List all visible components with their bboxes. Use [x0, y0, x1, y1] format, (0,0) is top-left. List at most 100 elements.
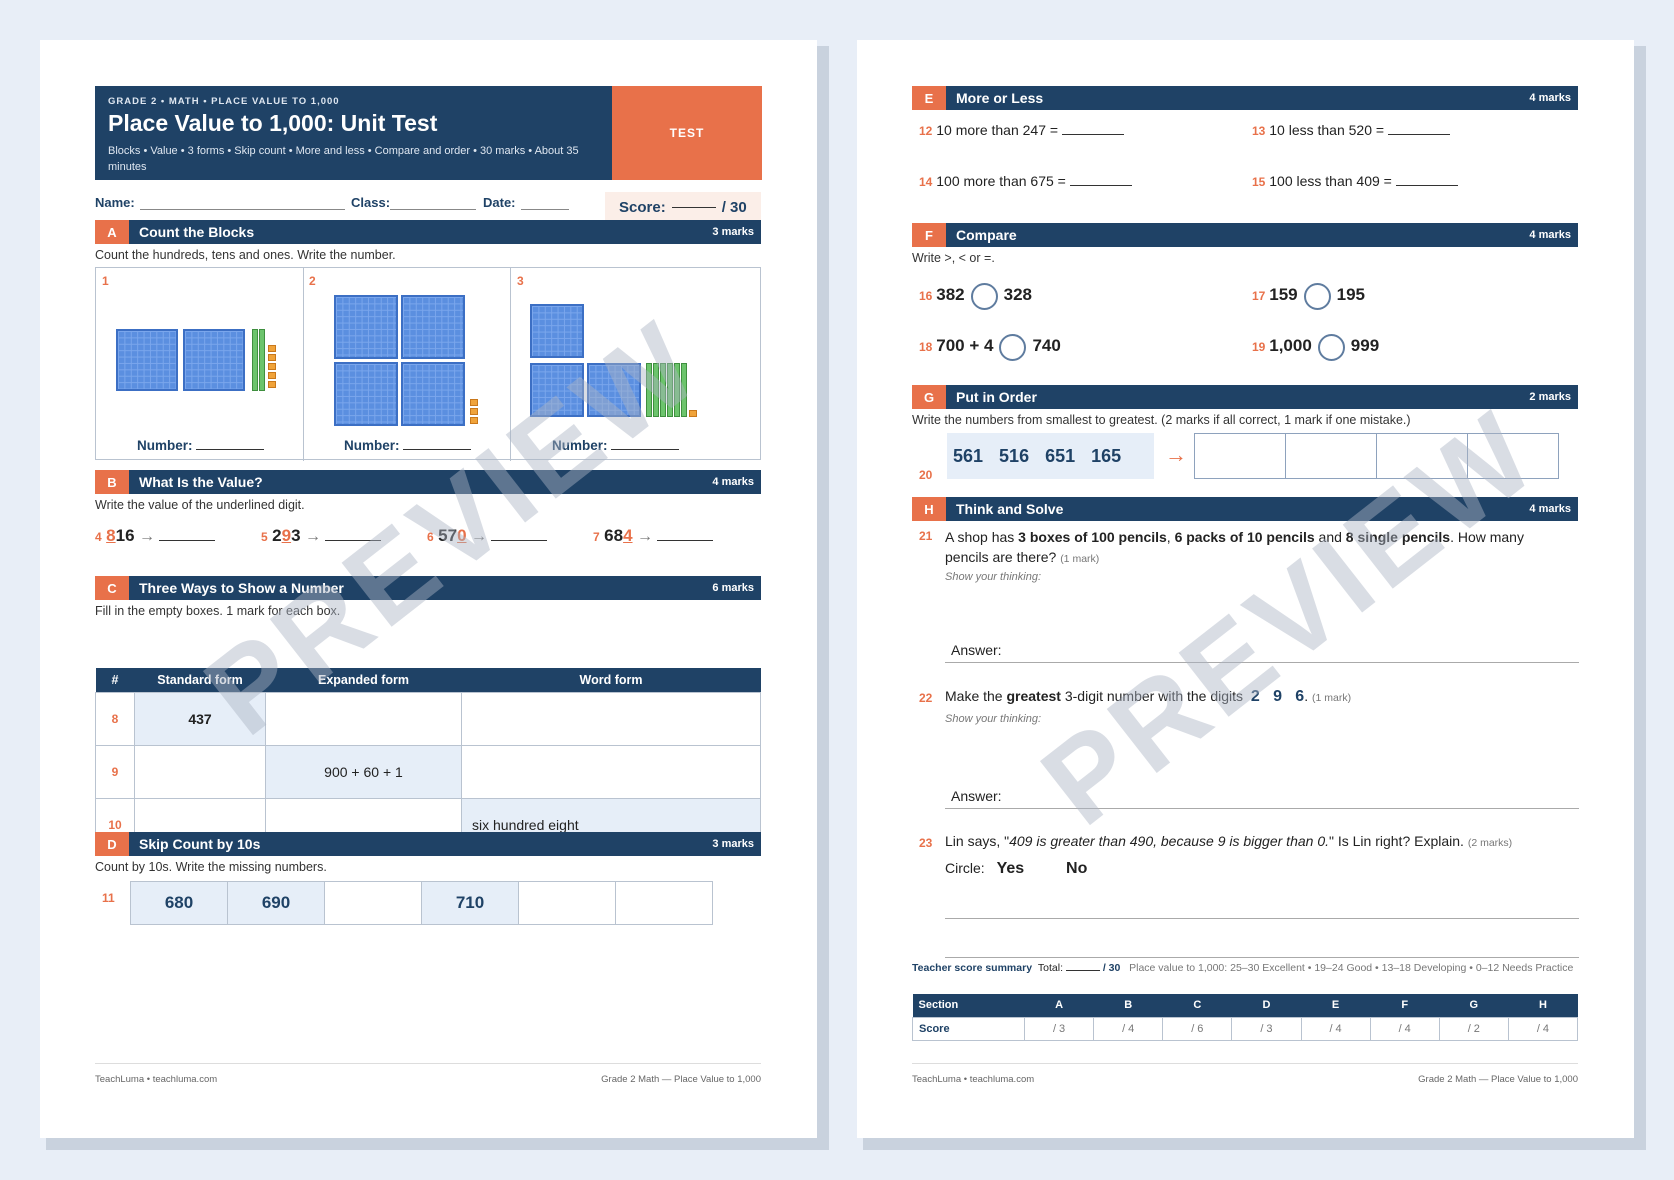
- answer-field[interactable]: [1387, 134, 1450, 135]
- hundred-block: [401, 295, 465, 359]
- section-marks: 6 marks: [712, 582, 754, 594]
- question-number: 2: [309, 274, 316, 288]
- hundred-block: [183, 329, 245, 391]
- answer-field[interactable]: [196, 449, 265, 450]
- ten-rod: [259, 329, 265, 391]
- skip-cell: 680: [130, 881, 228, 925]
- score-field[interactable]: [671, 206, 716, 208]
- answer-field[interactable]: [657, 540, 714, 541]
- section-marks: 4 marks: [1529, 229, 1571, 241]
- question-number: 3: [517, 274, 524, 288]
- test-badge: TEST: [612, 86, 762, 180]
- section-d-header: D Skip Count by 10s 3 marks: [95, 832, 761, 856]
- standard-form-cell[interactable]: [134, 744, 266, 799]
- word-problem-text: Lin says, "409 is greater than 490, beca…: [945, 833, 1513, 849]
- more-less-question: 13 10 less than 520 =: [1252, 122, 1450, 138]
- word-form-cell[interactable]: [461, 691, 761, 746]
- one-cube: [470, 399, 478, 406]
- numbers-to-order: 561 516 651 165: [947, 433, 1154, 479]
- word-form-cell[interactable]: [461, 744, 761, 799]
- compare-circle[interactable]: [999, 334, 1027, 361]
- score-label: Score:: [619, 198, 666, 216]
- explain-line[interactable]: [945, 957, 1579, 958]
- footer-right: Grade 2 Math — Place Value to 1,000: [1418, 1074, 1578, 1085]
- section-letter: E: [912, 86, 946, 110]
- compare-circle[interactable]: [1303, 283, 1331, 310]
- section-title: Count the Blocks: [139, 224, 255, 240]
- yes-option[interactable]: Yes: [997, 860, 1025, 877]
- section-g-instruction: Write the numbers from smallest to great…: [912, 413, 1411, 427]
- section-title: Put in Order: [956, 389, 1037, 405]
- compare-question: 17 159 195: [1252, 283, 1365, 310]
- section-letter: D: [95, 832, 129, 856]
- footer-left: TeachLuma • teachluma.com: [95, 1074, 218, 1085]
- section-marks: 3 marks: [712, 226, 754, 238]
- answer-line[interactable]: [945, 808, 1579, 809]
- section-f-instruction: Write >, < or =.: [912, 251, 995, 265]
- footer-right: Grade 2 Math — Place Value to 1,000: [601, 1074, 761, 1085]
- section-title: Skip Count by 10s: [139, 836, 261, 852]
- name-label: Name:: [95, 195, 135, 210]
- order-box[interactable]: [1285, 433, 1377, 479]
- number-label: Number:: [137, 438, 265, 453]
- section-letter: A: [95, 220, 129, 244]
- section-a-instruction: Count the hundreds, tens and ones. Write…: [95, 248, 396, 262]
- section-letter: B: [95, 470, 129, 494]
- skip-cell-blank[interactable]: [615, 881, 713, 925]
- footer-divider: [95, 1063, 761, 1064]
- question-number: 22: [919, 691, 933, 705]
- more-less-question: 15 100 less than 409 =: [1252, 173, 1458, 189]
- header-meta: Blocks • Value • 3 forms • Skip count • …: [108, 145, 579, 173]
- section-marks: 4 marks: [1529, 92, 1571, 104]
- value-question: 4 816 →: [95, 526, 261, 546]
- question-number: 23: [919, 836, 933, 850]
- score-total: / 30: [721, 198, 747, 216]
- skip-count-row: 680 690 710: [130, 881, 713, 925]
- section-letter: C: [95, 576, 129, 600]
- value-question: 7 684 →: [593, 526, 759, 546]
- section-f-header: F Compare 4 marks: [912, 223, 1578, 247]
- answer-field[interactable]: [159, 540, 216, 541]
- ten-rod: [252, 329, 258, 391]
- date-field[interactable]: [521, 209, 569, 210]
- explain-line[interactable]: [945, 918, 1579, 919]
- more-less-question: 14 100 more than 675 =: [919, 173, 1132, 189]
- answer-field[interactable]: [1395, 185, 1458, 186]
- compare-question: 16 382 328: [919, 283, 1032, 310]
- skip-cell-blank[interactable]: [324, 881, 422, 925]
- answer-field[interactable]: [1069, 185, 1132, 186]
- answer-label: Answer:: [951, 788, 1002, 804]
- show-thinking-label: Show your thinking:: [945, 713, 1041, 725]
- page-title: Place Value to 1,000: Unit Test: [108, 110, 438, 136]
- compare-circle[interactable]: [970, 283, 998, 310]
- total-field[interactable]: [1065, 970, 1100, 971]
- no-option[interactable]: No: [1066, 860, 1087, 877]
- hundred-block: [116, 329, 178, 391]
- compare-circle[interactable]: [1317, 334, 1345, 361]
- teacher-summary-heading: Teacher score summary Total: / 30 Place …: [912, 962, 1574, 974]
- section-marks: 3 marks: [712, 838, 754, 850]
- skip-cell-blank[interactable]: [518, 881, 616, 925]
- section-d-instruction: Count by 10s. Write the missing numbers.: [95, 860, 327, 874]
- footer-divider: [912, 1063, 1578, 1064]
- column-header: Word form: [461, 668, 761, 692]
- class-label: Class:: [351, 195, 391, 210]
- order-box[interactable]: [1194, 433, 1286, 479]
- row-number: 9: [95, 744, 135, 799]
- hundred-block: [334, 362, 398, 426]
- one-cube: [268, 345, 276, 352]
- summary-header-row: Section ABCD EFGH: [912, 994, 1578, 1017]
- table-row: 8 437: [95, 691, 761, 746]
- section-e-header: E More or Less 4 marks: [912, 86, 1578, 110]
- question-number: 20: [919, 468, 933, 482]
- section-marks: 4 marks: [712, 476, 754, 488]
- section-letter: H: [912, 497, 946, 521]
- section-letter: G: [912, 385, 946, 409]
- class-field[interactable]: [390, 209, 476, 210]
- compare-question: 19 1,000 999: [1252, 334, 1379, 361]
- one-cube: [470, 408, 478, 415]
- answer-field[interactable]: [1061, 134, 1124, 135]
- one-cube: [268, 381, 276, 388]
- section-title: Compare: [956, 227, 1017, 243]
- name-field[interactable]: [140, 209, 345, 210]
